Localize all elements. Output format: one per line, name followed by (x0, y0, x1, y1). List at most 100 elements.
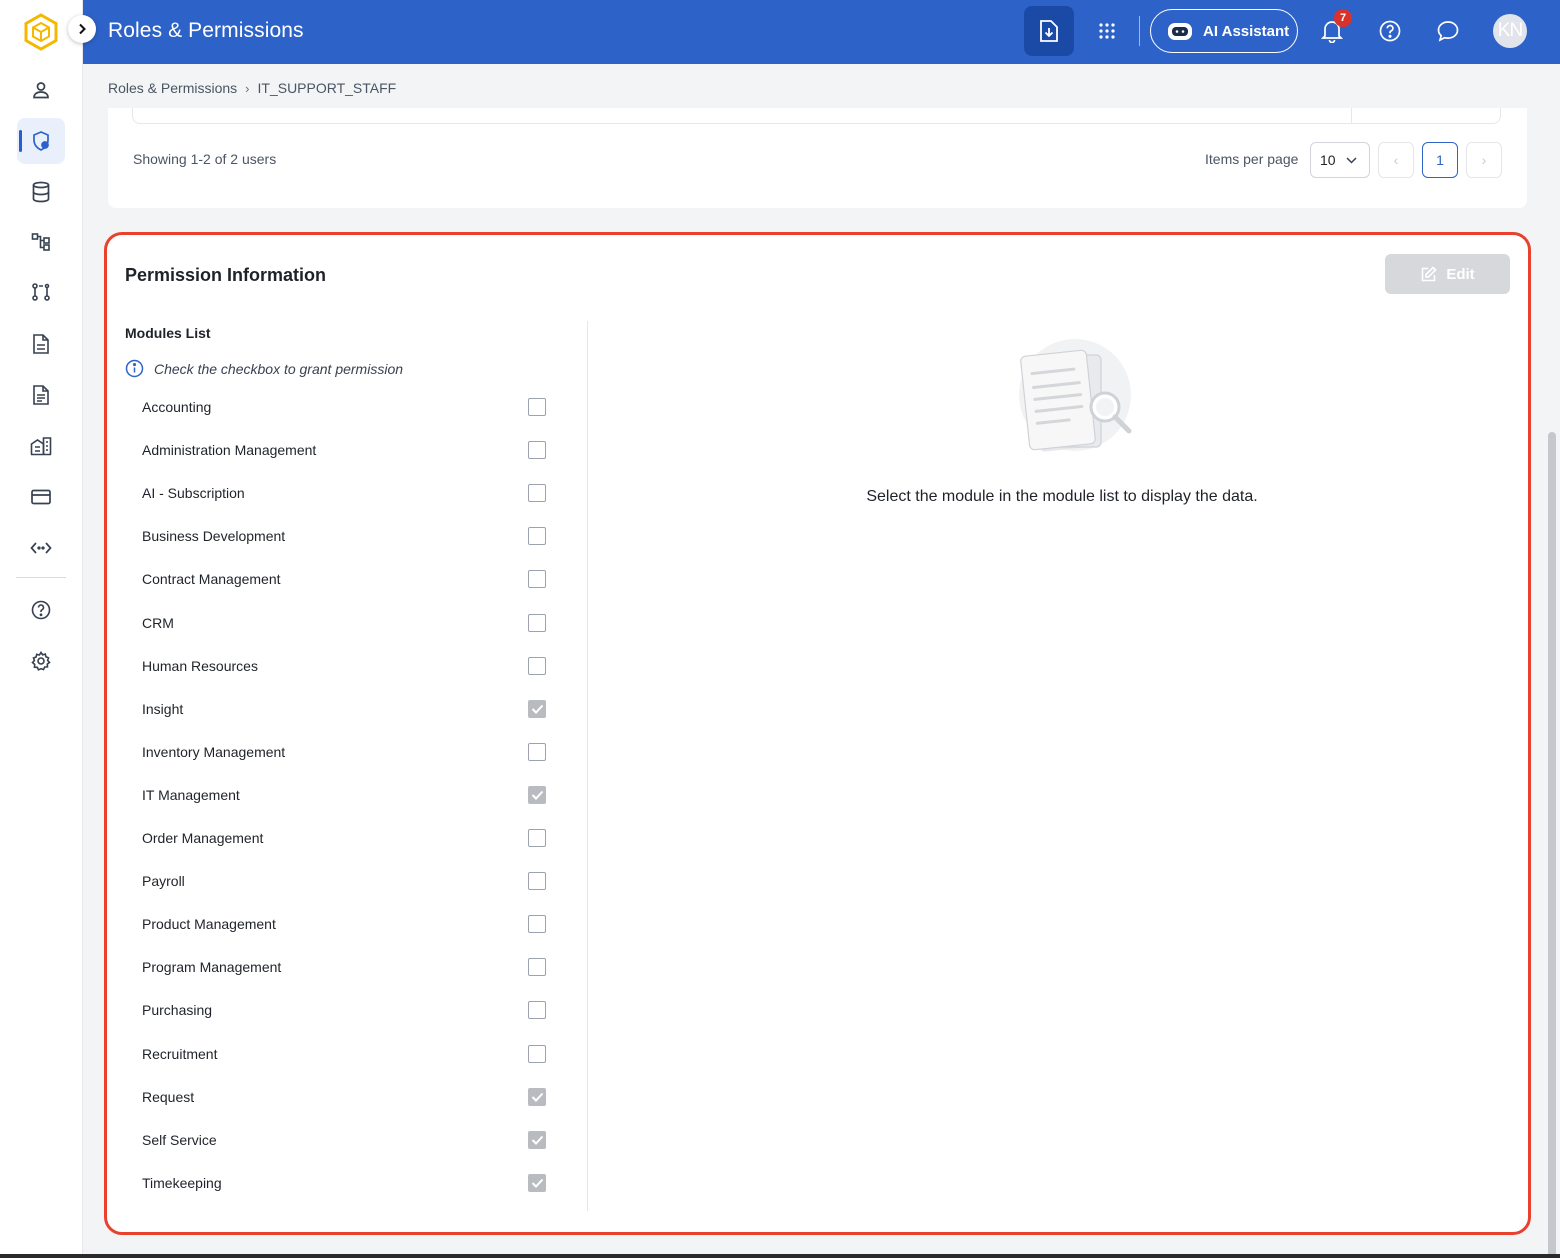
module-row[interactable]: Accounting (142, 392, 572, 422)
module-row[interactable]: CRM (142, 608, 572, 638)
checkmark-icon (531, 1178, 543, 1188)
permission-hint: Check the checkbox to grant permission (125, 359, 403, 378)
module-permission-checkbox[interactable] (528, 570, 546, 588)
checkmark-icon (531, 1092, 543, 1102)
nav-documents[interactable] (17, 321, 65, 367)
module-permission-checkbox[interactable] (528, 829, 546, 847)
nav-settings[interactable] (17, 638, 65, 684)
module-row[interactable]: AI - Subscription (142, 478, 572, 508)
nav-users[interactable] (17, 67, 65, 113)
module-row[interactable]: Recruitment (142, 1039, 572, 1069)
database-icon (32, 181, 50, 203)
settings-gear-icon (31, 651, 51, 671)
workflow-icon (31, 233, 50, 251)
download-button[interactable] (1024, 6, 1074, 56)
nav-divider (16, 577, 66, 578)
module-row[interactable]: Administration Management (142, 435, 572, 465)
module-permission-checkbox[interactable] (528, 484, 546, 502)
module-permission-checkbox[interactable] (528, 657, 546, 675)
previous-page-button[interactable]: ‹ (1378, 142, 1414, 178)
nav-organization[interactable] (17, 423, 65, 469)
module-label[interactable]: AI - Subscription (142, 485, 245, 501)
module-label[interactable]: CRM (142, 615, 174, 631)
apps-menu-button[interactable] (1093, 17, 1121, 45)
module-row[interactable]: Inventory Management (142, 737, 572, 767)
module-permission-checkbox[interactable] (528, 614, 546, 632)
module-label[interactable]: Administration Management (142, 442, 316, 458)
module-row[interactable]: Contract Management (142, 564, 572, 594)
checkmark-icon (531, 1135, 543, 1145)
edit-label: Edit (1446, 265, 1475, 283)
chat-button[interactable] (1433, 16, 1463, 46)
next-page-button[interactable]: › (1466, 142, 1502, 178)
module-permission-checkbox[interactable] (528, 743, 546, 761)
module-label[interactable]: Program Management (142, 959, 281, 975)
module-row[interactable]: Product Management (142, 909, 572, 939)
module-label[interactable]: Contract Management (142, 571, 281, 587)
shield-user-icon (33, 131, 49, 151)
module-label[interactable]: Recruitment (142, 1046, 217, 1062)
module-row[interactable]: Self Service (142, 1125, 572, 1155)
module-label[interactable]: Accounting (142, 399, 211, 415)
module-row[interactable]: IT Management (142, 780, 572, 810)
module-permission-checkbox[interactable] (528, 700, 546, 718)
page-scrollbar[interactable] (1548, 432, 1556, 1258)
module-row[interactable]: Order Management (142, 823, 572, 853)
module-permission-checkbox[interactable] (528, 527, 546, 545)
module-row[interactable]: Business Development (142, 521, 572, 551)
module-label[interactable]: Business Development (142, 528, 285, 544)
module-label[interactable]: Order Management (142, 830, 263, 846)
module-row[interactable]: Timekeeping (142, 1168, 572, 1198)
module-label[interactable]: Request (142, 1089, 194, 1105)
module-row[interactable]: Request (142, 1082, 572, 1112)
module-label[interactable]: Human Resources (142, 658, 258, 674)
module-permission-checkbox[interactable] (528, 441, 546, 459)
left-nav-rail (0, 0, 83, 1258)
module-permission-checkbox[interactable] (528, 398, 546, 416)
header-divider (1139, 16, 1140, 46)
notification-count-badge: 7 (1334, 9, 1352, 27)
nav-workflow[interactable] (17, 219, 65, 265)
module-row[interactable]: Payroll (142, 866, 572, 896)
module-permission-checkbox[interactable] (528, 1045, 546, 1063)
items-per-page-select[interactable]: 10 (1310, 142, 1370, 178)
edit-icon (1422, 265, 1437, 281)
nav-billing[interactable] (17, 474, 65, 520)
credit-card-icon (31, 489, 51, 505)
breadcrumb-root-link[interactable]: Roles & Permissions (108, 80, 237, 96)
module-permission-checkbox[interactable] (528, 958, 546, 976)
top-header: Roles & Permissions AI Assistant 7 KN (83, 0, 1560, 64)
module-label[interactable]: Payroll (142, 873, 185, 889)
module-permission-checkbox[interactable] (528, 1174, 546, 1192)
user-avatar[interactable]: KN (1493, 14, 1527, 48)
module-label[interactable]: Purchasing (142, 1002, 212, 1018)
nav-roles-permissions[interactable] (17, 118, 65, 164)
nav-reports[interactable] (17, 372, 65, 418)
app-logo-icon[interactable] (24, 13, 58, 51)
module-permission-checkbox[interactable] (528, 1131, 546, 1149)
page-1-button[interactable]: 1 (1422, 142, 1458, 178)
expand-sidebar-button[interactable] (68, 15, 96, 43)
nav-help[interactable] (17, 587, 65, 633)
nav-database[interactable] (17, 169, 65, 215)
module-label[interactable]: Product Management (142, 916, 276, 932)
module-label[interactable]: Self Service (142, 1132, 217, 1148)
module-row[interactable]: Purchasing (142, 995, 572, 1025)
module-label[interactable]: Timekeeping (142, 1175, 222, 1191)
help-button[interactable] (1375, 16, 1405, 46)
nav-pull-requests[interactable] (17, 269, 65, 315)
module-label[interactable]: Inventory Management (142, 744, 285, 760)
module-permission-checkbox[interactable] (528, 872, 546, 890)
module-row[interactable]: Human Resources (142, 651, 572, 681)
module-label[interactable]: Insight (142, 701, 183, 717)
edit-button[interactable]: Edit (1385, 254, 1510, 294)
nav-api[interactable] (17, 525, 65, 571)
module-permission-checkbox[interactable] (528, 786, 546, 804)
module-permission-checkbox[interactable] (528, 1001, 546, 1019)
module-row[interactable]: Insight (142, 694, 572, 724)
module-row[interactable]: Program Management (142, 952, 572, 982)
module-permission-checkbox[interactable] (528, 915, 546, 933)
ai-assistant-button[interactable]: AI Assistant (1150, 9, 1298, 53)
module-label[interactable]: IT Management (142, 787, 240, 803)
module-permission-checkbox[interactable] (528, 1088, 546, 1106)
